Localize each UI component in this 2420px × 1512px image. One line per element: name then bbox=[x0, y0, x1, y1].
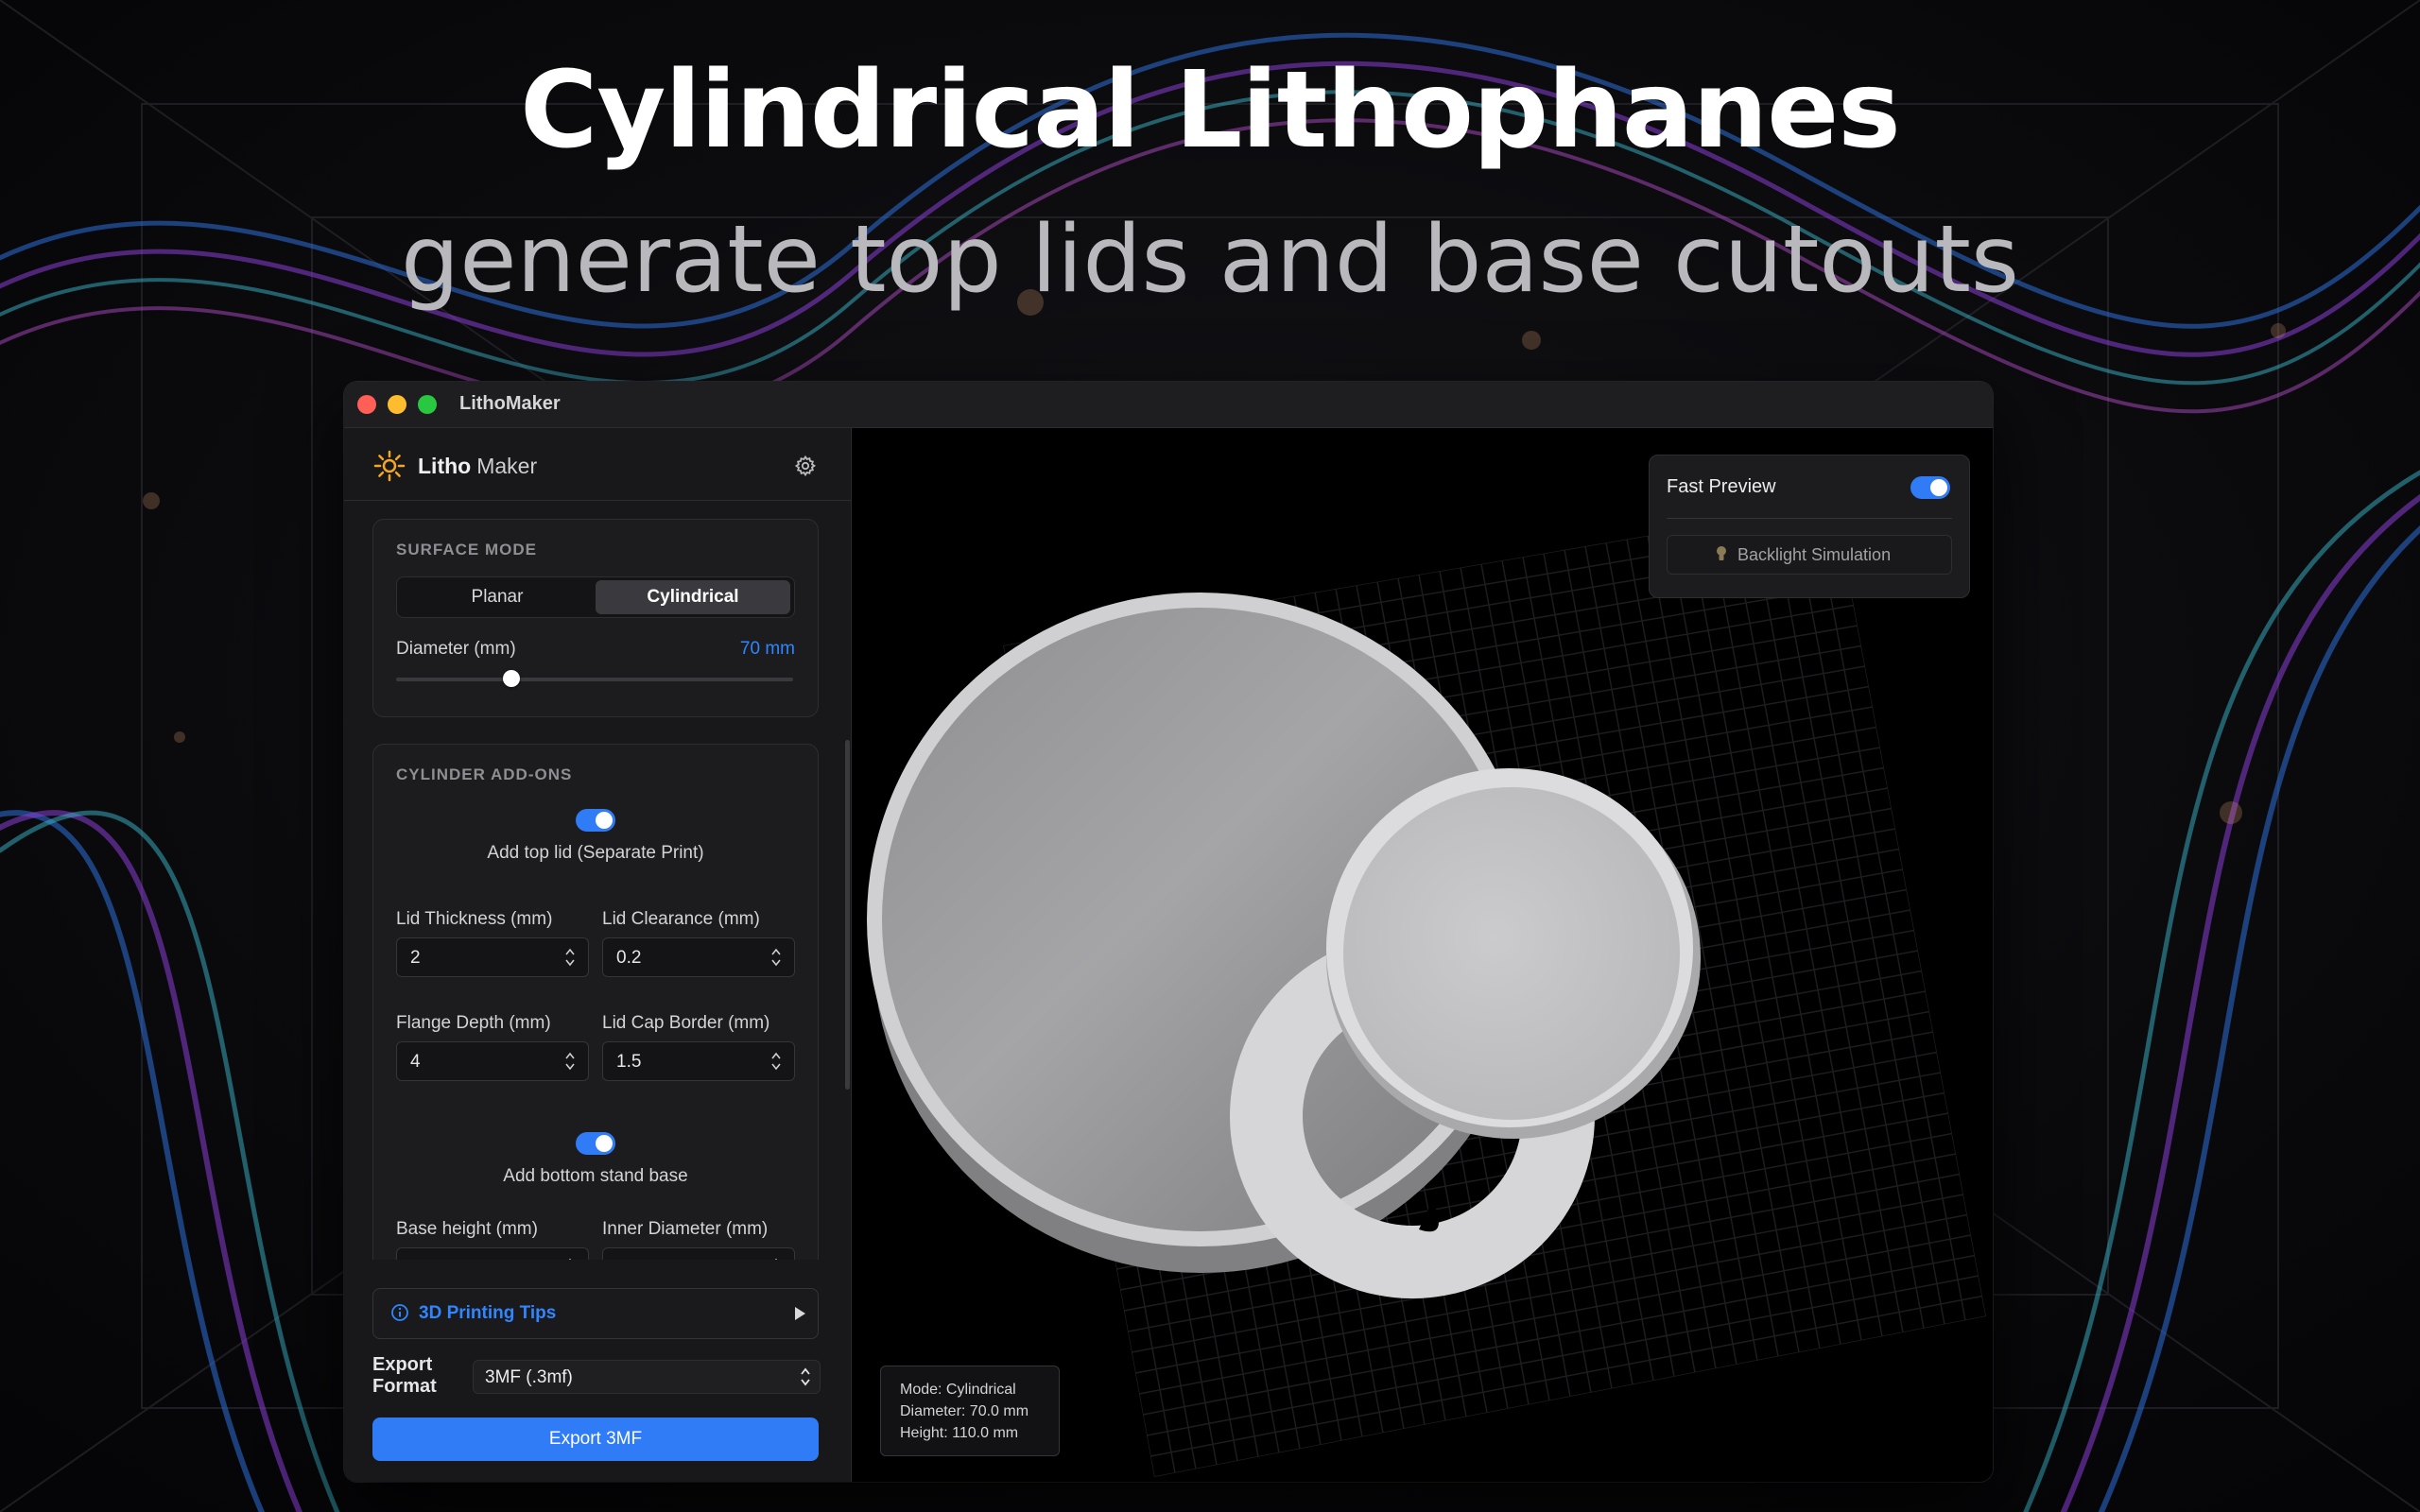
lid-model bbox=[1326, 768, 1701, 1139]
app-window: LithoMaker Litho Maker SURFACE MODE Plan… bbox=[344, 382, 1993, 1482]
info-mode: Mode: Cylindrical bbox=[900, 1382, 1016, 1398]
lid-cap-border-field[interactable]: 1.5 bbox=[602, 1041, 795, 1081]
lid-cap-border-label: Lid Cap Border (mm) bbox=[602, 1013, 770, 1033]
diameter-value: 70 mm bbox=[739, 639, 795, 659]
surface-mode-card: SURFACE MODE Planar Cylindrical Diameter… bbox=[372, 519, 819, 717]
sidebar: Litho Maker SURFACE MODE Planar Cylindri… bbox=[344, 428, 852, 1482]
disclosure-triangle-icon bbox=[795, 1307, 805, 1320]
export-button[interactable]: Export 3MF bbox=[372, 1418, 819, 1461]
bottom-base-toggle[interactable] bbox=[576, 1132, 615, 1155]
3d-viewport[interactable]: Fast Preview Backlight Simulation Mode: … bbox=[852, 428, 1993, 1482]
segment-planar[interactable]: Planar bbox=[400, 580, 595, 614]
fast-preview-label: Fast Preview bbox=[1667, 476, 1776, 497]
stepper-icon[interactable] bbox=[771, 1051, 781, 1072]
preview-options-panel: Fast Preview Backlight Simulation bbox=[1649, 455, 1970, 598]
base-height-label: Base height (mm) bbox=[396, 1219, 538, 1239]
surface-mode-segmented-control: Planar Cylindrical bbox=[396, 576, 795, 618]
base-height-value: 2 bbox=[410, 1258, 421, 1260]
diameter-slider-track[interactable] bbox=[396, 678, 793, 681]
fast-preview-toggle[interactable] bbox=[1910, 476, 1950, 499]
backlight-simulation-label: Backlight Simulation bbox=[1737, 545, 1892, 564]
info-height: Height: 110.0 mm bbox=[900, 1425, 1019, 1441]
export-format-select[interactable]: 3MF (.3mf) bbox=[473, 1360, 821, 1394]
title-bar: LithoMaker bbox=[344, 382, 1993, 428]
flange-depth-field[interactable]: 4 bbox=[396, 1041, 589, 1081]
info-diameter: Diameter: 70.0 mm bbox=[900, 1403, 1029, 1419]
printing-tips-label: 3D Printing Tips bbox=[419, 1303, 557, 1323]
top-lid-toggle[interactable] bbox=[576, 809, 615, 832]
stepper-icon[interactable] bbox=[565, 1257, 575, 1260]
minimize-window-button[interactable] bbox=[388, 395, 406, 414]
export-format-label: Export Format bbox=[372, 1354, 437, 1397]
lid-clearance-label: Lid Clearance (mm) bbox=[602, 909, 760, 929]
lid-cap-border-value: 1.5 bbox=[616, 1052, 642, 1072]
lightbulb-icon bbox=[1717, 546, 1726, 560]
inner-diameter-value: 42 bbox=[616, 1258, 636, 1260]
diameter-label: Diameter (mm) bbox=[396, 639, 516, 659]
lid-thickness-value: 2 bbox=[410, 948, 421, 968]
top-lid-label: Add top lid (Separate Print) bbox=[487, 843, 704, 863]
export-format-value: 3MF (.3mf) bbox=[485, 1367, 573, 1387]
lid-thickness-label: Lid Thickness (mm) bbox=[396, 909, 553, 929]
backlight-simulation-button[interactable]: Backlight Simulation bbox=[1667, 535, 1952, 575]
stepper-icon[interactable] bbox=[771, 1257, 781, 1260]
surface-mode-heading: SURFACE MODE bbox=[396, 541, 537, 558]
window-title: LithoMaker bbox=[459, 393, 561, 414]
model-info-overlay: Mode: Cylindrical Diameter: 70.0 mm Heig… bbox=[880, 1366, 1060, 1456]
lid-thickness-field[interactable]: 2 bbox=[396, 937, 589, 977]
flange-depth-value: 4 bbox=[410, 1052, 421, 1072]
flange-depth-label: Flange Depth (mm) bbox=[396, 1013, 551, 1033]
stepper-icon[interactable] bbox=[565, 947, 575, 968]
sidebar-scrollbar[interactable] bbox=[845, 740, 850, 1090]
diameter-slider-thumb[interactable] bbox=[502, 670, 520, 687]
hero-subtitle: generate top lids and base cutouts bbox=[401, 206, 2019, 314]
stepper-icon[interactable] bbox=[771, 947, 781, 968]
info-icon bbox=[391, 1304, 408, 1321]
base-height-field[interactable]: 2 bbox=[396, 1247, 589, 1260]
stepper-icon[interactable] bbox=[565, 1051, 575, 1072]
cylinder-addons-card: CYLINDER ADD-ONS Add top lid (Separate P… bbox=[372, 744, 819, 1260]
bottom-base-label: Add bottom stand base bbox=[503, 1166, 688, 1186]
lid-clearance-field[interactable]: 0.2 bbox=[602, 937, 795, 977]
sidebar-scroll-area[interactable]: SURFACE MODE Planar Cylindrical Diameter… bbox=[344, 428, 851, 1260]
zoom-window-button[interactable] bbox=[418, 395, 437, 414]
segment-cylindrical[interactable]: Cylindrical bbox=[596, 580, 790, 614]
chevron-updown-icon bbox=[801, 1367, 810, 1386]
printing-tips-disclosure[interactable]: 3D Printing Tips bbox=[372, 1288, 819, 1339]
close-window-button[interactable] bbox=[357, 395, 376, 414]
panel-divider bbox=[1667, 518, 1952, 519]
inner-diameter-field[interactable]: 42 bbox=[602, 1247, 795, 1260]
lid-clearance-value: 0.2 bbox=[616, 948, 642, 968]
cylinder-addons-heading: CYLINDER ADD-ONS bbox=[396, 765, 573, 783]
inner-diameter-label: Inner Diameter (mm) bbox=[602, 1219, 769, 1239]
hero-title: Cylindrical Lithophanes bbox=[520, 49, 1901, 172]
